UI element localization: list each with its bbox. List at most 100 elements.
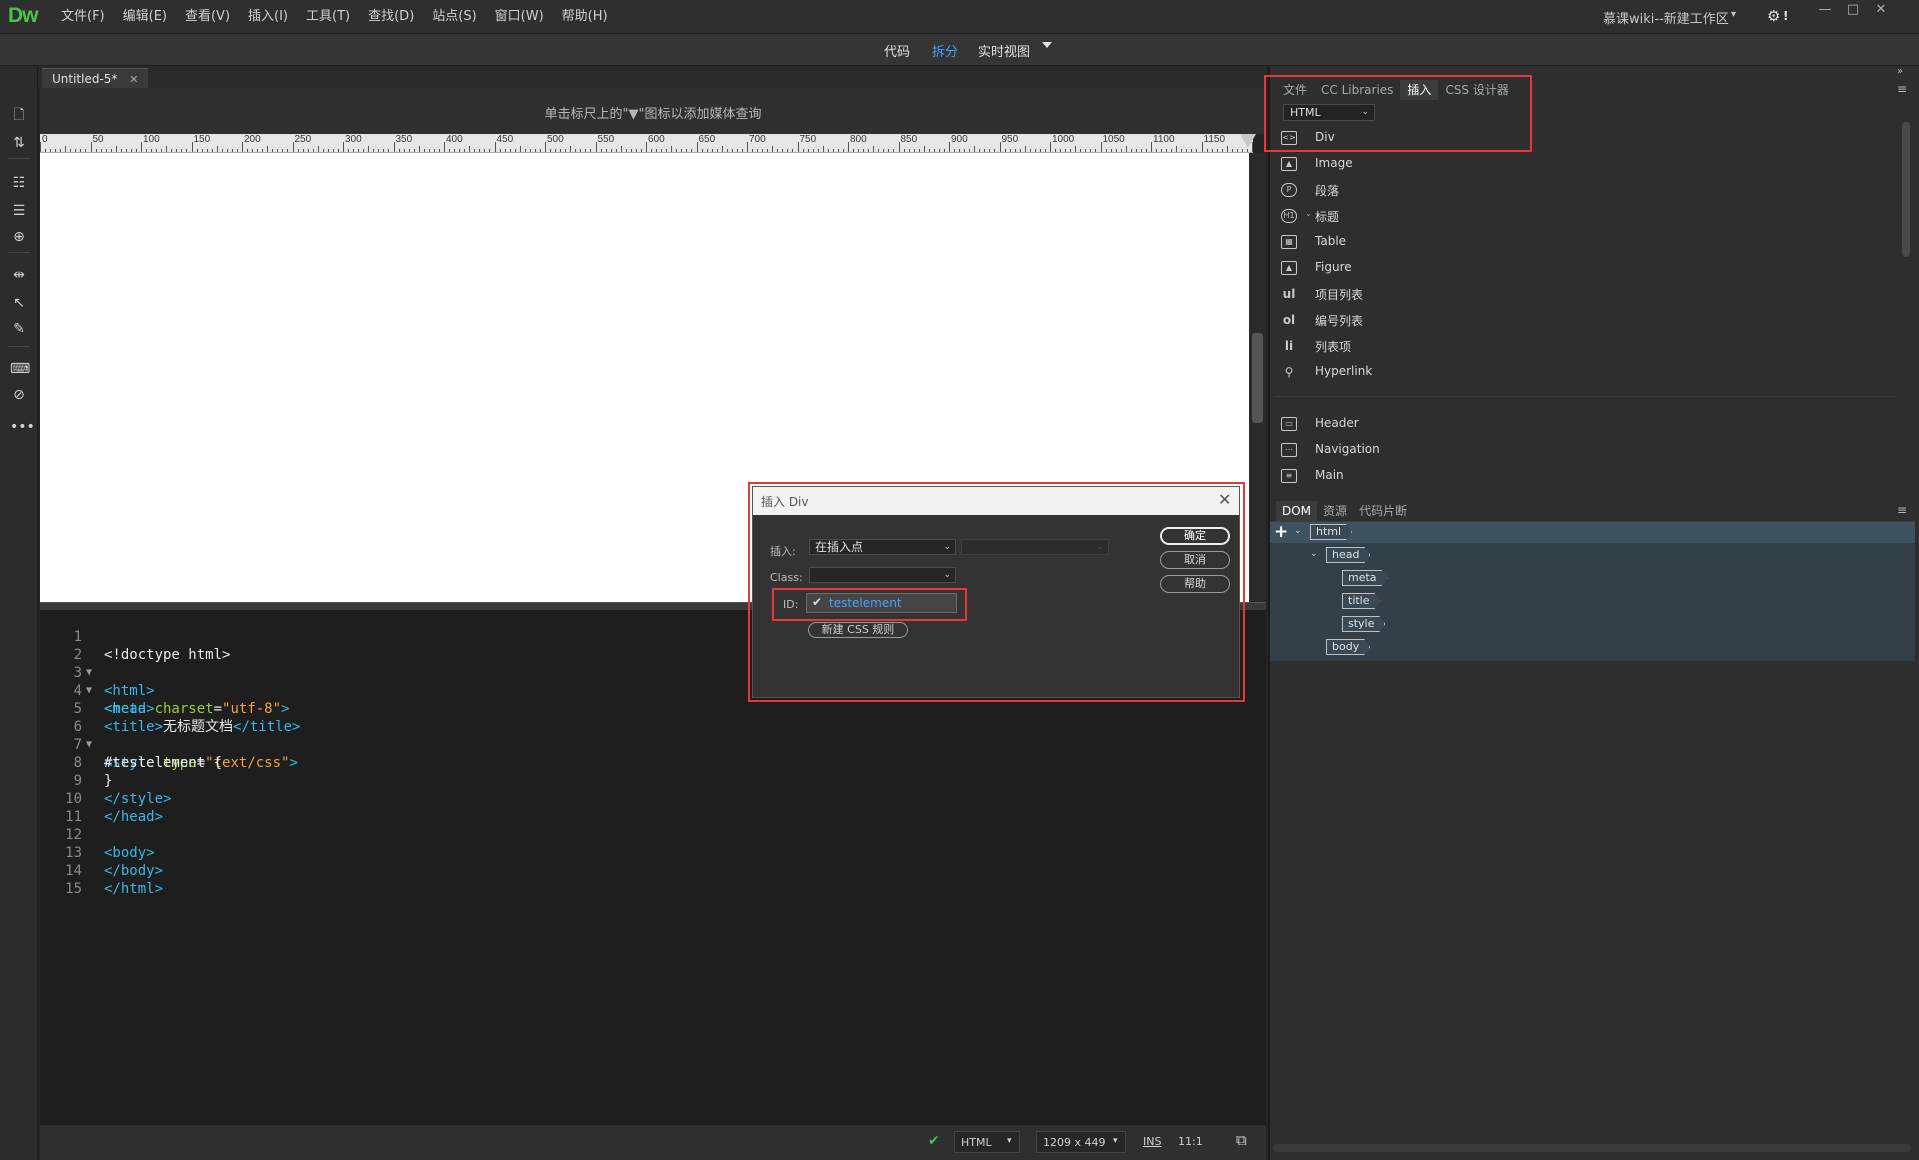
live-view-button[interactable]: 实时视图 [978, 41, 1030, 60]
chevron-down-icon[interactable]: ⌄ [1294, 526, 1302, 536]
insert-item-ordered-list[interactable]: ol 编号列表 [1281, 309, 1881, 331]
insert-item-div[interactable]: <> Div [1281, 127, 1881, 149]
insert-panel-scrollbar[interactable] [1900, 122, 1912, 494]
file-transfer-icon[interactable]: ⇅ [10, 134, 28, 152]
maximize-button[interactable]: □ [1840, 2, 1866, 22]
insert-item-main[interactable]: ≡ Main [1281, 465, 1881, 487]
live-view-dropdown-icon[interactable] [1042, 42, 1052, 48]
scrollbar-thumb[interactable] [1902, 122, 1910, 257]
chevron-down-icon[interactable]: ⌄ [1310, 549, 1318, 559]
dom-node-style[interactable]: style [1342, 616, 1385, 632]
split-view-button[interactable]: 拆分 [932, 41, 958, 60]
insert-item-navigation[interactable]: ⋯ Navigation [1281, 439, 1881, 461]
close-window-button[interactable]: ✕ [1868, 2, 1894, 22]
tab-snippets[interactable]: 代码片断 [1353, 501, 1413, 521]
select-parent-icon[interactable]: ↖ [10, 294, 28, 312]
ruler-tick [302, 149, 304, 152]
insert-item-table[interactable]: ▦ Table [1281, 231, 1881, 253]
insert-category-select[interactable]: HTML ⌄ [1283, 104, 1375, 121]
tab-dom[interactable]: DOM [1276, 501, 1318, 521]
design-scrollbar[interactable] [1249, 153, 1266, 602]
ruler-tick [802, 149, 804, 152]
add-element-icon[interactable]: + [1274, 524, 1288, 541]
id-suggestion-item[interactable]: ✔ testelement [806, 593, 957, 613]
ruler-tick [105, 149, 107, 152]
menu-tools[interactable]: 工具(T) [297, 0, 359, 34]
language-select[interactable]: HTML ▾ [954, 1131, 1020, 1153]
insert-mode[interactable]: INS [1143, 1135, 1161, 1148]
code-view-button[interactable]: 代码 [884, 41, 910, 60]
insert-position-select[interactable]: 在插入点 ⌄ [809, 539, 956, 555]
new-document-icon[interactable]: 🗋 [10, 106, 28, 124]
insert-item-list-item[interactable]: li 列表项 [1281, 335, 1881, 357]
panel-menu-icon[interactable]: ≡ [1897, 503, 1907, 517]
preview-in-browser-icon[interactable]: ⧉ [1236, 1131, 1247, 1149]
tab-files[interactable]: 文件 [1276, 80, 1314, 100]
cancel-button[interactable]: 取消 [1160, 551, 1230, 569]
panel-menu-icon[interactable]: ≡ [1897, 82, 1907, 96]
menu-window[interactable]: 窗口(W) [486, 0, 553, 34]
new-css-rule-button[interactable]: 新建 CSS 规则 [808, 622, 908, 638]
tab-cc-libraries[interactable]: CC Libraries [1314, 80, 1400, 100]
media-query-bar[interactable]: 单击标尺上的"▼"图标以添加媒体查询 [40, 88, 1266, 134]
fold-arrow-icon[interactable]: ▼ [86, 682, 92, 700]
insert-item-header[interactable]: ▭ Header [1281, 413, 1881, 435]
more-icon[interactable]: ••• [10, 418, 35, 436]
format-source-icon[interactable]: ✎ [10, 320, 28, 338]
menu-find[interactable]: 查找(D) [359, 0, 423, 34]
comment-icon[interactable]: ⌨ [10, 360, 30, 378]
tab-assets[interactable]: 资源 [1317, 501, 1353, 521]
dom-node-title[interactable]: title [1342, 593, 1381, 609]
insert-item-label: Figure [1315, 260, 1352, 274]
menu-edit[interactable]: 编辑(E) [114, 0, 176, 34]
menu-site[interactable]: 站点(S) [423, 0, 485, 34]
menu-help[interactable]: 帮助(H) [553, 0, 617, 34]
dom-node-body[interactable]: body [1326, 639, 1370, 655]
gear-icon[interactable]: ⚙ [1767, 7, 1780, 25]
help-button[interactable]: 帮助 [1160, 575, 1230, 593]
scrollbar-thumb[interactable] [1252, 333, 1263, 423]
target-icon[interactable]: ⊕ [10, 228, 28, 246]
tab-insert[interactable]: 插入 [1400, 80, 1439, 100]
insert-div-dialog: 插入 Div ✕ 插入: 在插入点 ⌄ ⌄ Class: ⌄ ID: 确定 取消… [752, 486, 1240, 698]
chevron-down-icon[interactable]: ⌄ [1305, 209, 1312, 218]
chevron-down-icon[interactable]: ▾ [1731, 9, 1736, 20]
insert-item-paragraph[interactable]: P 段落 [1281, 179, 1881, 201]
expand-collapse-icon[interactable]: ⇹ [10, 266, 28, 284]
dom-node-html[interactable]: html [1310, 524, 1352, 540]
fold-arrow-icon[interactable]: ▼ [86, 736, 92, 754]
ruler-tick [317, 146, 319, 152]
workspace-switcher[interactable]: 慕课wiki--新建工作区 [1603, 8, 1729, 27]
dialog-titlebar[interactable]: 插入 Div ✕ [753, 487, 1239, 515]
insert-item-unordered-list[interactable]: ul 项目列表 [1281, 283, 1881, 305]
insert-item-image[interactable]: ▲ Image [1281, 153, 1881, 175]
window-size-select[interactable]: 1209 x 449 ▾ [1036, 1131, 1126, 1153]
dom-selected-row[interactable] [1270, 522, 1915, 543]
minimize-button[interactable]: — [1812, 2, 1838, 22]
insert-item-hyperlink[interactable]: ⚲ Hyperlink [1281, 361, 1881, 383]
ruler-marker-icon[interactable] [1240, 134, 1256, 148]
no-errors-icon[interactable]: ✔ [928, 1133, 940, 1149]
menu-insert[interactable]: 插入(I) [239, 0, 297, 34]
class-select[interactable]: ⌄ [809, 567, 956, 583]
dom-panel-scrollbar[interactable] [1273, 1144, 1911, 1152]
code-navigator-icon[interactable]: ☰ [10, 202, 28, 220]
document-tab[interactable]: Untitled-5* ✕ [42, 68, 149, 88]
fold-arrow-icon[interactable]: ▼ [86, 664, 92, 682]
horizontal-ruler[interactable]: 0 50 100 150 200 250 300 350 400 450 500 550 600 650 7… [40, 134, 1253, 153]
remove-comment-icon[interactable]: ⊘ [10, 386, 28, 404]
dom-node-meta[interactable]: meta [1342, 570, 1388, 586]
close-tab-icon[interactable]: ✕ [129, 73, 138, 86]
menu-file[interactable]: 文件(F) [52, 0, 114, 34]
close-icon[interactable]: ✕ [1218, 490, 1231, 509]
ruler-tick [807, 149, 809, 152]
insert-item-figure[interactable]: ▲ Figure [1281, 257, 1881, 279]
collapse-panel-icon[interactable]: » [1897, 66, 1903, 77]
file-management-icon[interactable]: ☷ [10, 174, 28, 192]
dom-node-head[interactable]: head [1326, 547, 1370, 563]
tab-css-designer[interactable]: CSS 设计器 [1438, 80, 1515, 100]
ok-button[interactable]: 确定 [1160, 527, 1230, 545]
menu-view[interactable]: 查看(V) [176, 0, 239, 34]
insert-item-heading[interactable]: H1 ⌄ 标题 [1281, 205, 1881, 227]
ruler-tick [752, 149, 754, 152]
